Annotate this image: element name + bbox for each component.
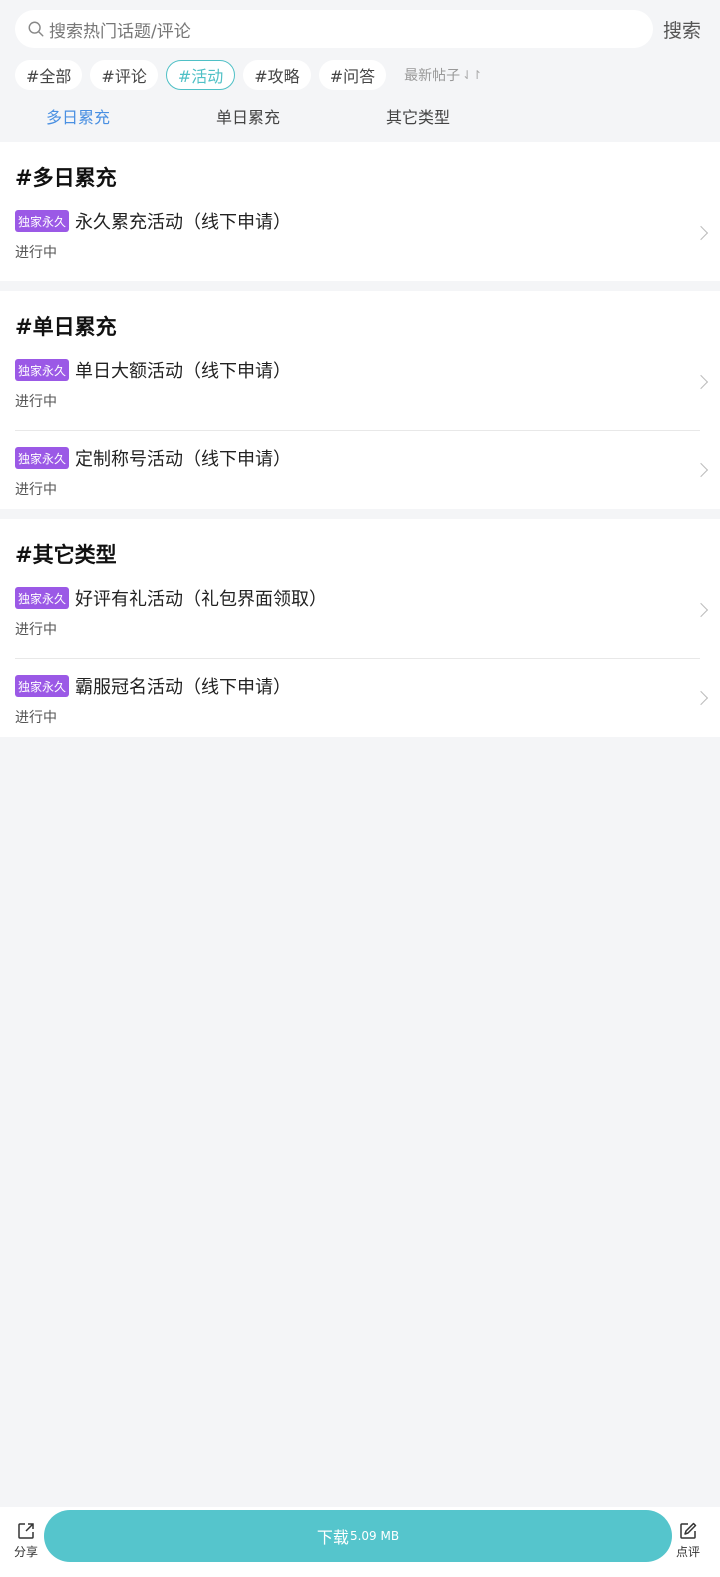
- search-placeholder: 搜索热门话题/评论: [49, 21, 191, 42]
- item-status: 进行中: [15, 245, 57, 261]
- sort-label: 最新帖子: [404, 67, 461, 84]
- exclusive-badge: 独家永久: [15, 210, 70, 232]
- item-title: 霸服冠名活动（线下申请）: [75, 677, 292, 698]
- item-status: 进行中: [15, 482, 57, 498]
- list-item[interactable]: 独家永久 好评有礼活动（礼包界面领取） 进行中: [15, 579, 709, 658]
- subtab-other[interactable]: 其它类型: [386, 104, 450, 128]
- search-row: 搜索热门话题/评论 搜索: [15, 10, 720, 48]
- search-input[interactable]: 搜索热门话题/评论: [15, 10, 653, 48]
- item-status: 进行中: [15, 622, 57, 638]
- sort-arrows-icon: ⇃↾: [462, 67, 483, 82]
- search-button[interactable]: 搜索: [663, 16, 701, 43]
- download-size: 5.09 MB: [349, 1529, 400, 1543]
- share-button[interactable]: 分享: [6, 1521, 46, 1560]
- exclusive-badge: 独家永久: [15, 447, 70, 469]
- share-label: 分享: [13, 1545, 38, 1559]
- subtab-single-day[interactable]: 单日累充: [216, 104, 280, 128]
- section-title: #其它类型: [15, 543, 117, 567]
- download-button[interactable]: 下载 5.09 MB: [44, 1510, 672, 1562]
- list-item[interactable]: 独家永久 霸服冠名活动（线下申请） 进行中: [15, 658, 709, 737]
- item-status: 进行中: [15, 394, 57, 410]
- search-icon: [28, 21, 44, 37]
- item-title: 单日大额活动（线下申请）: [75, 361, 292, 382]
- tag-qa[interactable]: #问答: [318, 59, 387, 90]
- exclusive-badge: 独家永久: [15, 359, 70, 381]
- list-item[interactable]: 独家永久 永久累充活动（线下申请） 进行中: [15, 202, 709, 281]
- review-button[interactable]: 点评: [668, 1521, 708, 1560]
- review-label: 点评: [675, 1545, 700, 1559]
- exclusive-badge: 独家永久: [15, 587, 70, 609]
- subtab-bar: 多日累充 单日累充 其它类型: [0, 104, 720, 134]
- section-other: #其它类型 独家永久 好评有礼活动（礼包界面领取） 进行中 独家永久 霸服冠名活…: [0, 519, 720, 737]
- edit-icon: [680, 1522, 697, 1539]
- item-title: 永久累充活动（线下申请）: [75, 212, 292, 233]
- tag-all[interactable]: #全部: [15, 59, 83, 90]
- item-status: 进行中: [15, 710, 57, 726]
- tag-activity[interactable]: #活动: [165, 59, 236, 90]
- item-title: 定制称号活动（线下申请）: [75, 449, 292, 470]
- section-title: #单日累充: [15, 315, 117, 339]
- list-item[interactable]: 独家永久 定制称号活动（线下申请） 进行中: [15, 430, 709, 509]
- header-area: 搜索热门话题/评论 搜索 #全部 #评论 #活动 #攻略 #问答 最新帖子 ⇃↾…: [0, 0, 720, 142]
- bottom-action-bar: 分享 下载 5.09 MB 点评: [0, 1507, 720, 1577]
- exclusive-badge: 独家永久: [15, 675, 70, 697]
- section-multi-day: #多日累充 独家永久 永久累充活动（线下申请） 进行中: [0, 142, 720, 281]
- tag-comment[interactable]: #评论: [90, 59, 158, 90]
- item-title: 好评有礼活动（礼包界面领取）: [75, 589, 328, 610]
- list-item[interactable]: 独家永久 单日大额活动（线下申请） 进行中: [15, 351, 709, 430]
- section-single-day: #单日累充 独家永久 单日大额活动（线下申请） 进行中 独家永久 定制称号活动（…: [0, 291, 720, 509]
- download-label: 下载: [316, 1528, 349, 1547]
- subtab-multi-day[interactable]: 多日累充: [46, 104, 110, 128]
- tag-filter-row: #全部 #评论 #活动 #攻略 #问答 最新帖子 ⇃↾: [15, 59, 720, 90]
- section-title: #多日累充: [15, 166, 117, 190]
- tag-guide[interactable]: #攻略: [243, 59, 311, 90]
- share-icon: [18, 1523, 34, 1539]
- sort-dropdown[interactable]: 最新帖子 ⇃↾: [404, 65, 482, 85]
